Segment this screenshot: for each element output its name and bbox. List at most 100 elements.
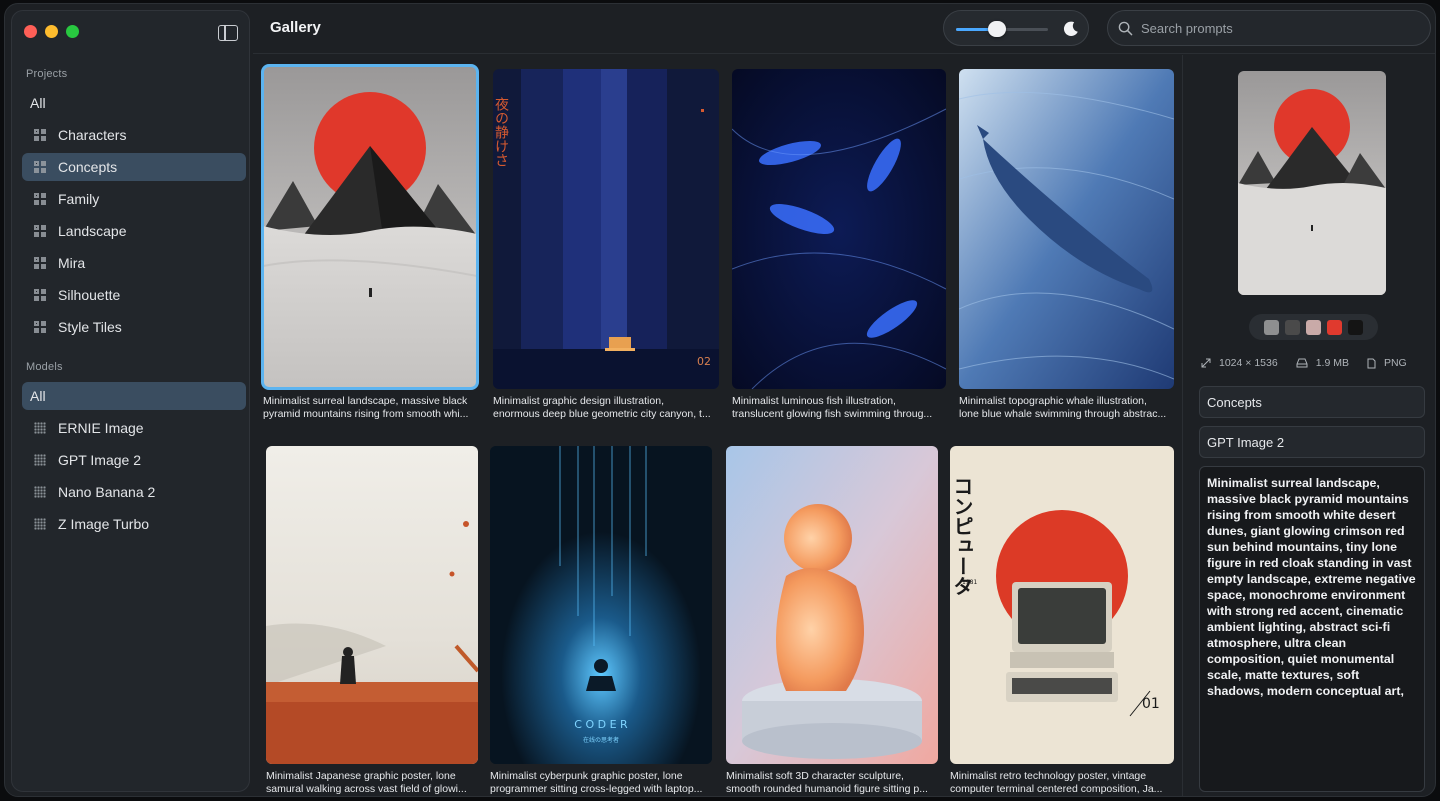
model-item-label: GPT Image 2 (58, 452, 142, 468)
models-list: All ERNIE Image GPT Image 2 Nano Banana … (22, 382, 246, 542)
card-poster-number: 02 (697, 355, 711, 368)
model-item-all[interactable]: All (22, 382, 246, 410)
project-item-silhouette[interactable]: Silhouette (22, 281, 246, 309)
model-item-ernie-image[interactable]: ERNIE Image (22, 414, 246, 442)
card-caption-line2: computer terminal centered composition, … (950, 783, 1163, 795)
svg-text:夜の静けさ: 夜の静けさ (493, 97, 509, 167)
grid-icon (34, 161, 46, 173)
card-thumbnail[interactable] (959, 69, 1174, 389)
model-item-label: Z Image Turbo (58, 516, 150, 532)
model-field[interactable]: GPT Image 2 (1199, 426, 1425, 458)
resize-icon (1201, 358, 1211, 368)
grid-icon (34, 257, 46, 269)
gallery-grid: Minimalist surreal landscape, massive bl… (253, 55, 1181, 796)
drive-icon (1296, 358, 1308, 368)
card-thumbnail[interactable]: コンピュータ 1981 01 (950, 446, 1174, 764)
card-caption-line2: smooth rounded humanoid figure sitting p… (726, 783, 928, 795)
card-poster-subtitle: 在线の思考者 (583, 736, 619, 744)
search-field[interactable] (1107, 10, 1431, 46)
model-item-gpt-image-2[interactable]: GPT Image 2 (22, 446, 246, 474)
grid-icon (34, 225, 46, 237)
image-metadata: 1024 × 1536 1.9 MB PNG (1201, 357, 1425, 369)
projects-section-label: Projects (26, 68, 68, 80)
project-item-mira[interactable]: Mira (22, 249, 246, 277)
svg-text:コンピュータ: コンピュータ (950, 476, 974, 596)
prompt-text[interactable]: Minimalist surreal landscape, massive bl… (1199, 466, 1425, 792)
project-item-label: Silhouette (58, 287, 121, 303)
inspector-panel: 1024 × 1536 1.9 MB PNG Concepts GPT Imag… (1182, 55, 1435, 796)
projects-list: All Characters Concepts Family Landscape… (22, 89, 246, 345)
card-caption-line2: samural walking across vast field of glo… (266, 783, 467, 795)
dots-icon (34, 454, 46, 466)
project-item-label: Family (58, 191, 100, 207)
color-swatch[interactable] (1285, 319, 1300, 335)
card-caption-line2: translucent glowing fish swimming throug… (732, 408, 933, 420)
card-caption-line1: Minimalist soft 3D character sculpture, (726, 770, 904, 782)
close-window-button[interactable] (24, 25, 37, 38)
card-caption-line1: Minimalist Japanese graphic poster, lone (266, 770, 456, 782)
card-caption-line1: Minimalist topographic whale illustratio… (959, 395, 1147, 407)
card-thumbnail[interactable]: 夜の静けさ 02 (493, 69, 719, 389)
zoom-control (943, 10, 1089, 46)
project-item-characters[interactable]: Characters (22, 121, 246, 149)
model-item-label: ERNIE Image (58, 420, 144, 436)
color-swatch[interactable] (1348, 319, 1363, 335)
color-swatch[interactable] (1327, 319, 1342, 335)
color-swatch[interactable] (1264, 319, 1279, 335)
project-item-all[interactable]: All (22, 89, 246, 117)
sidebar-toggle-icon[interactable] (218, 25, 238, 41)
file-icon (1367, 358, 1376, 368)
toolbar: Gallery (253, 4, 1435, 54)
page-title: Gallery (270, 19, 321, 36)
window-controls (24, 25, 79, 38)
dots-icon (34, 422, 46, 434)
card-thumbnail[interactable] (732, 69, 946, 389)
minimize-window-button[interactable] (45, 25, 58, 38)
image-dimensions: 1024 × 1536 (1219, 357, 1278, 369)
card-thumbnail[interactable]: C O D E R 在线の思考者 (490, 446, 712, 764)
project-item-label: Characters (58, 127, 127, 143)
card-poster-year: 1981 (962, 579, 977, 586)
card-caption-line1: Minimalist cyberpunk graphic poster, lon… (490, 770, 683, 782)
image-format: PNG (1383, 357, 1407, 369)
project-item-style-tiles[interactable]: Style Tiles (22, 313, 246, 341)
search-input[interactable] (1141, 20, 1401, 36)
model-item-nano-banana-2[interactable]: Nano Banana 2 (22, 478, 246, 506)
project-item-concepts[interactable]: Concepts (22, 153, 246, 181)
model-item-label: Nano Banana 2 (58, 484, 156, 500)
project-item-family[interactable]: Family (22, 185, 246, 213)
zoom-slider-thumb[interactable] (988, 21, 1007, 37)
moon-icon[interactable] (1062, 20, 1080, 38)
dots-icon (34, 486, 46, 498)
card-caption-line2: enormous deep blue geometric city canyon… (493, 408, 711, 420)
card-caption-line1: Minimalist luminous fish illustration, (732, 395, 896, 407)
card-caption-line2: programmer sitting cross-legged with lap… (490, 783, 703, 795)
image-file-size: 1.9 MB (1315, 357, 1349, 369)
models-section-label: Models (26, 361, 63, 373)
project-item-label: Concepts (58, 159, 118, 175)
card-caption-line2: pyramid mountains rising from smooth whi… (263, 408, 469, 420)
app-window: Projects All Characters Concepts Family … (4, 3, 1436, 797)
color-swatch[interactable] (1306, 319, 1321, 335)
model-item-z-image-turbo[interactable]: Z Image Turbo (22, 510, 246, 538)
card-thumbnail[interactable] (726, 446, 938, 764)
card-poster-title: C O D E R (574, 718, 628, 731)
project-item-label: Landscape (58, 223, 127, 239)
project-item-label: Style Tiles (58, 319, 122, 335)
project-item-label: Mira (58, 255, 86, 271)
zoom-window-button[interactable] (66, 25, 79, 38)
project-item-landscape[interactable]: Landscape (22, 217, 246, 245)
preview-image (1238, 71, 1386, 295)
grid-icon (34, 321, 46, 333)
project-field[interactable]: Concepts (1199, 386, 1425, 418)
card-caption-line2: lone blue whale swimming through abstrac… (959, 408, 1167, 420)
card-caption-line1: Minimalist graphic design illustration, (493, 395, 664, 407)
search-icon (1118, 21, 1133, 35)
card-caption-line1: Minimalist surreal landscape, massive bl… (263, 395, 468, 407)
card-thumbnail[interactable] (266, 446, 478, 764)
dots-icon (34, 518, 46, 530)
card-caption-line1: Minimalist retro technology poster, vint… (950, 770, 1147, 782)
card-thumbnail[interactable] (261, 64, 479, 390)
grid-icon (34, 129, 46, 141)
color-palette (1249, 314, 1378, 340)
